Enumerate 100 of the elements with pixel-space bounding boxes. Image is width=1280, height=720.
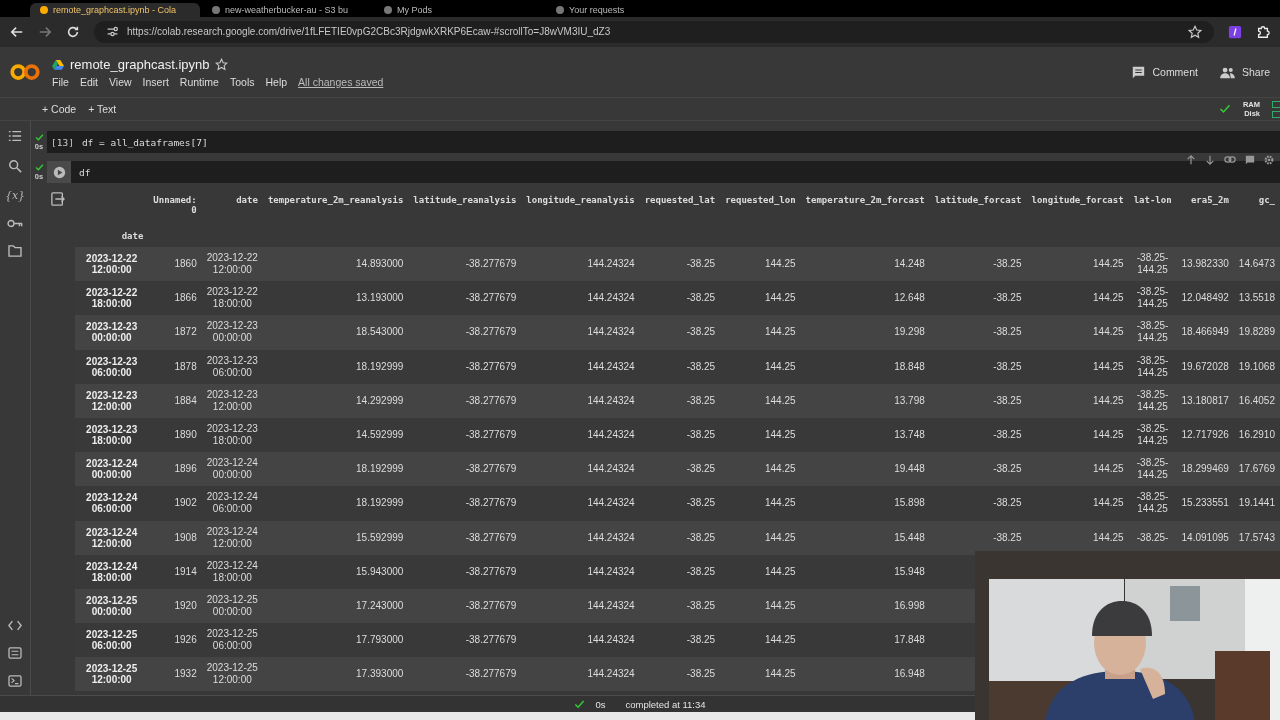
settings-icon[interactable] <box>1264 155 1274 165</box>
code-cell[interactable]: [13] df = all_dataframes[7] <box>47 131 1280 153</box>
table-cell: -38.277679 <box>465 360 517 372</box>
address-field[interactable]: https://colab.research.google.com/drive/1fLFETIE0vpG2CBc3RjdgwkXRKP6Ecaw-#scrollTo=J8wVM3IU_dZ3 <box>94 20 1214 43</box>
menu-item[interactable]: Edit <box>79 75 98 88</box>
column-header: requested_lat <box>644 195 716 205</box>
comment-button[interactable]: Comment <box>1132 65 1198 79</box>
reload-icon[interactable] <box>66 24 80 39</box>
menu-item[interactable]: Runtime <box>179 75 219 88</box>
table-cell: 17.243000 <box>356 599 404 611</box>
table-cell: 19.1441 <box>1238 497 1275 509</box>
add-cell-button[interactable]: + Text <box>88 103 117 115</box>
code-icon[interactable] <box>8 620 22 631</box>
table-cell: 144.25 <box>765 360 796 372</box>
bookmark-star-icon[interactable] <box>1188 24 1202 39</box>
folder-icon[interactable] <box>8 245 22 257</box>
variables-icon[interactable]: {x} <box>4 189 26 202</box>
star-icon[interactable] <box>215 57 229 71</box>
row-index: 2023-12-22 12:00:00 <box>86 253 138 276</box>
table-cell: 2023-12-25 06:00:00 <box>206 628 258 652</box>
run-button[interactable] <box>47 161 71 183</box>
table-cell: -38.25- 144.25 <box>1136 423 1169 447</box>
browser-tab[interactable]: My Pods <box>374 3 544 17</box>
table-cell: 144.24324 <box>587 634 635 646</box>
table-cell: 13.193000 <box>356 292 404 304</box>
play-icon <box>52 165 66 179</box>
comment-icon[interactable] <box>1245 155 1255 165</box>
table-cell: 14.091095 <box>1181 531 1229 543</box>
table-cell: -38.277679 <box>465 565 517 577</box>
add-cell-button[interactable]: + Code <box>42 103 77 115</box>
table-cell: 1866 <box>174 292 197 304</box>
command-palette-icon[interactable] <box>8 647 22 659</box>
table-cell: -38.25 <box>686 463 716 475</box>
link-icon[interactable] <box>1224 155 1236 164</box>
table-cell: 144.24324 <box>587 394 635 406</box>
table-cell: 2023-12-23 00:00:00 <box>206 320 258 344</box>
table-cell: 144.25 <box>765 531 796 543</box>
site-settings-icon[interactable] <box>106 25 119 38</box>
table-cell: 15.592999 <box>356 531 404 543</box>
browser-tab[interactable]: Your requests <box>546 3 716 17</box>
table-cell: 15.943000 <box>356 565 404 577</box>
row-index: 2023-12-23 12:00:00 <box>86 389 138 412</box>
table-cell: 144.24324 <box>587 497 635 509</box>
table-cell: 15.898 <box>894 497 925 509</box>
table-cell: 2023-12-23 12:00:00 <box>206 388 258 412</box>
menu-item[interactable]: Insert <box>142 75 169 88</box>
table-cell: 13.5518 <box>1238 292 1275 304</box>
logo-icon[interactable] <box>10 62 40 82</box>
menu-item[interactable]: File <box>52 75 69 88</box>
table-cell: 144.24324 <box>587 599 635 611</box>
forward-icon[interactable] <box>38 24 52 39</box>
menu-item[interactable]: View <box>109 75 132 88</box>
output-icon[interactable] <box>51 192 65 206</box>
menu-item[interactable]: Tools <box>229 75 255 88</box>
table-cell: -38.25 <box>686 292 716 304</box>
table-cell: 16.948 <box>894 668 925 680</box>
table-cell: 144.25 <box>765 599 796 611</box>
table-cell: 13.798 <box>894 394 925 406</box>
table-cell: 18.466949 <box>1181 326 1229 338</box>
extension-icon[interactable] <box>1228 24 1242 39</box>
table-cell: 144.25 <box>1093 463 1124 475</box>
browser-tab[interactable]: new-weatherbucker-au - S3 bu <box>202 3 372 17</box>
table-cell: -38.25 <box>686 599 716 611</box>
table-cell: -38.277679 <box>465 599 517 611</box>
code-cell[interactable]: df <box>47 161 1280 183</box>
table-cell: 14.248 <box>894 258 925 270</box>
table-cell: -38.25 <box>993 429 1022 441</box>
table-cell: 144.25 <box>765 429 796 441</box>
table-cell: 16.998 <box>894 599 925 611</box>
table-cell: 1896 <box>174 463 197 475</box>
run-duration: 0s <box>595 698 606 710</box>
column-header: longitude_forcast <box>1031 195 1124 205</box>
table-cell: 2023-12-24 12:00:00 <box>206 525 258 549</box>
key-icon[interactable] <box>7 218 23 229</box>
move-down-icon[interactable] <box>1205 155 1215 165</box>
back-icon[interactable] <box>10 24 24 39</box>
move-up-icon[interactable] <box>1186 155 1196 165</box>
table-cell: 14.292999 <box>356 394 404 406</box>
row-index: 2023-12-25 06:00:00 <box>86 629 138 652</box>
puzzle-icon[interactable] <box>1256 24 1270 39</box>
column-header: longitude_reanalysis <box>526 195 635 205</box>
browser-tab[interactable]: remote_graphcast.ipynb - Cola <box>30 3 200 17</box>
menu-icon[interactable] <box>8 129 22 143</box>
table-cell: 144.25 <box>1093 531 1124 543</box>
menu-item[interactable]: Help <box>265 75 288 88</box>
table-cell: -38.25 <box>686 497 716 509</box>
table-cell: 1878 <box>174 360 197 372</box>
notebook-title[interactable]: remote_graphcast.ipynb <box>70 56 210 72</box>
table-cell: 14.893000 <box>356 258 404 270</box>
save-status-link[interactable]: All changes saved <box>298 75 384 88</box>
index-header: date <box>121 231 144 241</box>
table-cell: 2023-12-22 18:00:00 <box>206 286 258 310</box>
table-cell: 144.25 <box>765 634 796 646</box>
column-header: requested_lon <box>725 195 796 205</box>
terminal-icon[interactable] <box>8 675 22 687</box>
share-button[interactable]: Share <box>1219 65 1270 79</box>
table-cell: 144.24324 <box>587 429 635 441</box>
table-cell: -38.277679 <box>465 531 517 543</box>
search-icon[interactable] <box>8 159 22 173</box>
table-cell: -38.25 <box>993 326 1022 338</box>
